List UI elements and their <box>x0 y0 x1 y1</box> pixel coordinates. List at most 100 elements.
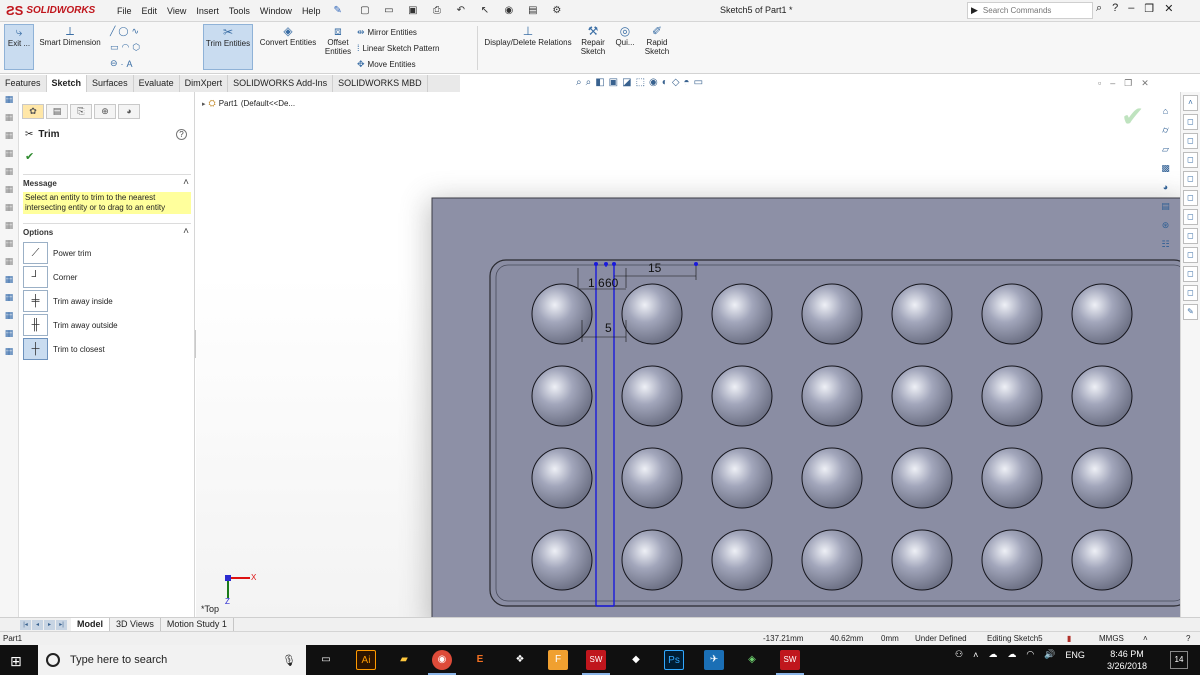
dome-feature[interactable] <box>531 529 593 591</box>
view-right-icon[interactable]: ◻ <box>1183 171 1198 187</box>
sketch-tool-icon[interactable]: ▦ <box>0 346 18 362</box>
sketch-tool-icon[interactable]: ▦ <box>0 328 18 344</box>
display-style-icon[interactable]: ◉ <box>649 77 658 88</box>
illustrator-icon[interactable]: Ai <box>356 650 376 670</box>
previous-view-icon[interactable]: ◧ <box>595 77 604 88</box>
dome-feature[interactable] <box>891 365 953 427</box>
home-icon[interactable]: ⌂ <box>1158 106 1173 122</box>
menu-tools[interactable]: Tools <box>224 6 255 16</box>
file-explorer-icon[interactable]: ▰ <box>394 650 414 670</box>
solidworks-logo[interactable]: ƧS SOLIDWORKS <box>0 0 96 22</box>
first-tab-icon[interactable]: |◂ <box>20 620 31 630</box>
view-orientation-icon[interactable]: ⬚ <box>636 77 645 88</box>
app-bird-icon[interactable]: ❖ <box>510 650 530 670</box>
exit-sketch-button[interactable]: ⤷ Exit ... <box>4 24 34 70</box>
sketch-point[interactable] <box>694 262 698 266</box>
dome-feature[interactable] <box>531 447 593 509</box>
onedrive-icon[interactable]: ☁ <box>988 649 997 660</box>
sketch-tool-icon[interactable]: ▦ <box>0 166 18 182</box>
language-indicator[interactable]: ENG <box>1065 650 1085 660</box>
linear-sketch-pattern-button[interactable]: ⁞ Linear Sketch Pattern <box>357 43 439 53</box>
display-manager-tab[interactable]: ◕ <box>118 104 140 119</box>
task-view-icon[interactable]: ▭ <box>316 650 336 670</box>
sketch-tool-icon[interactable]: ▦ <box>0 94 18 110</box>
section-view-icon[interactable]: ▣ <box>609 77 618 88</box>
collapse-up-icon[interactable]: ˄ <box>1183 95 1198 111</box>
view-normal-icon[interactable]: ◻ <box>1183 285 1198 301</box>
select-icon[interactable]: ↖ <box>476 4 494 18</box>
view-trimetric-icon[interactable]: ◻ <box>1183 247 1198 263</box>
print-icon[interactable]: ⎙ <box>428 4 446 18</box>
prev-tab-icon[interactable]: ◂ <box>32 620 43 630</box>
sketch-tool-icon[interactable]: ▦ <box>0 274 18 290</box>
gallery-icon[interactable]: ▩ <box>1158 163 1173 179</box>
next-tab-icon[interactable]: ▸ <box>44 620 55 630</box>
smart-dimension-button[interactable]: ⟂ Smart Dimension <box>37 24 103 70</box>
sketch-tool-icon[interactable]: ▦ <box>0 220 18 236</box>
tab-features[interactable]: Features <box>0 75 47 92</box>
sketch-line-tools[interactable]: ╱ ◯ ∿ <box>110 26 139 37</box>
forum-icon[interactable]: ⊛ <box>1158 220 1173 236</box>
sketch-tool-icon[interactable]: ▦ <box>0 238 18 254</box>
new-document-icon[interactable]: ▢ <box>356 4 374 18</box>
dome-feature[interactable] <box>711 447 773 509</box>
view-iso-icon[interactable]: ◻ <box>1183 228 1198 244</box>
wifi-icon[interactable]: ◠ <box>1026 649 1034 660</box>
edit-appearance-icon[interactable]: ◇ <box>672 77 680 88</box>
dimension-value[interactable]: 6 <box>598 276 605 290</box>
dome-feature[interactable] <box>621 365 683 427</box>
dome-feature[interactable] <box>801 283 863 345</box>
tab-mbd[interactable]: SOLIDWORKS MBD <box>333 75 428 92</box>
tab-sketch[interactable]: Sketch <box>46 75 88 92</box>
dome-feature[interactable] <box>801 447 863 509</box>
tab-addins[interactable]: SOLIDWORKS Add-Ins <box>228 75 334 92</box>
chat-icon[interactable]: ☷ <box>1158 239 1173 255</box>
undo-icon[interactable]: ↶ <box>452 4 470 18</box>
repair-sketch-button[interactable]: ⚒ Repair Sketch <box>578 24 608 70</box>
sketch-point[interactable] <box>594 262 598 266</box>
solidworks-2016-icon[interactable]: SW <box>582 650 610 675</box>
sketch-slot-tools[interactable]: ⊖ · A <box>110 58 133 69</box>
property-manager-tab[interactable]: ▤ <box>46 104 68 119</box>
microphone-icon[interactable]: 🎙 <box>282 654 296 667</box>
app-map-icon[interactable]: ✈ <box>704 650 724 670</box>
dimension-value[interactable]: 60 <box>605 276 619 290</box>
dome-feature[interactable] <box>1071 365 1133 427</box>
graphics-area[interactable]: ▸ ⛭ Part1 (Default<<De... ✔ 1 6 60 15 5 … <box>196 92 1180 617</box>
dynamic-annotation-icon[interactable]: ◪ <box>622 77 631 88</box>
dimension-value[interactable]: 15 <box>648 261 662 275</box>
dome-feature[interactable] <box>981 365 1043 427</box>
view-left-icon[interactable]: ◻ <box>1183 152 1198 168</box>
app-e-icon[interactable]: E <box>470 650 490 670</box>
zoom-to-fit-icon[interactable]: ⌕ <box>576 77 582 88</box>
ok-checkmark-button[interactable]: ✔ <box>25 150 34 163</box>
file-properties-icon[interactable]: ▤ <box>524 4 542 18</box>
options-gear-icon[interactable]: ⚙ <box>548 4 566 18</box>
units-chevron-icon[interactable]: ˄ <box>1143 634 1148 643</box>
app-diamond-icon[interactable]: ◆ <box>626 650 646 670</box>
dome-feature[interactable] <box>801 529 863 591</box>
dimxpert-manager-tab[interactable]: ⊕ <box>94 104 116 119</box>
volume-icon[interactable]: 🔊 <box>1044 649 1055 660</box>
display-delete-relations-button[interactable]: ⊥ Display/Delete Relations <box>481 24 575 70</box>
zoom-to-area-icon[interactable]: ⌕ <box>586 77 592 88</box>
pin-icon[interactable]: ✎ <box>333 5 341 16</box>
tab-surfaces[interactable]: Surfaces <box>87 75 134 92</box>
view-bottom-icon[interactable]: ◻ <box>1183 209 1198 225</box>
dome-feature[interactable] <box>981 447 1043 509</box>
trim-entities-button[interactable]: ✂ Trim Entities <box>203 24 253 70</box>
dome-feature[interactable] <box>621 283 683 345</box>
tab-dimxpert[interactable]: DimXpert <box>180 75 229 92</box>
option-trim-to-closest[interactable]: ┼ Trim to closest <box>23 338 105 360</box>
tab-motion-study[interactable]: Motion Study 1 <box>161 618 234 631</box>
last-tab-icon[interactable]: ▸| <box>56 620 67 630</box>
feature-manager-tab[interactable]: ✿ <box>22 104 44 119</box>
view-back-icon[interactable]: ◻ <box>1183 133 1198 149</box>
chrome-icon[interactable]: ◉ <box>428 650 456 675</box>
dome-feature[interactable] <box>891 283 953 345</box>
properties-icon[interactable]: ▤ <box>1158 201 1173 217</box>
menu-file[interactable]: File <box>112 6 137 16</box>
restore-icon[interactable]: ❐ <box>1144 2 1154 15</box>
save-icon[interactable]: ▣ <box>404 4 422 18</box>
help-popup-icon[interactable]: ? <box>1186 634 1190 643</box>
